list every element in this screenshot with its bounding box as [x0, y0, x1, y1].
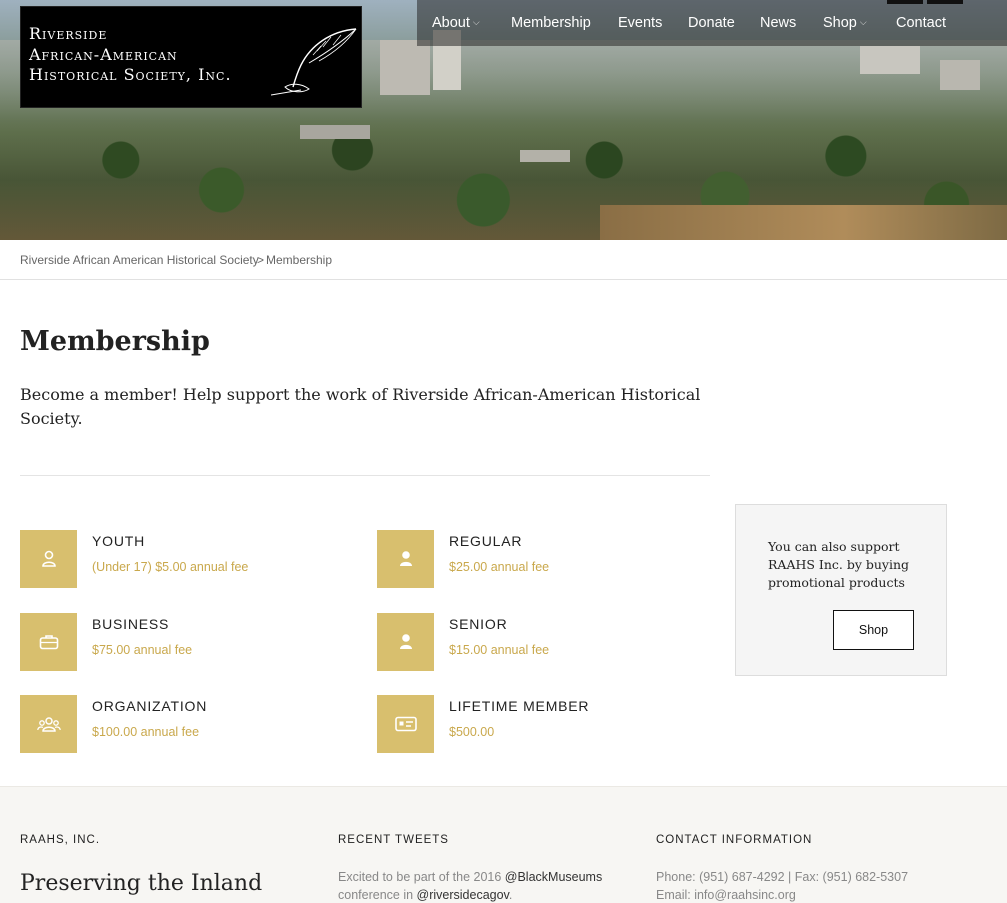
- hero-banner: Riverside African-American Historical So…: [0, 0, 1007, 240]
- nav-events-label: Events: [618, 15, 663, 31]
- breadcrumb-separator: >: [257, 253, 265, 267]
- nav-events[interactable]: Events: [618, 15, 662, 31]
- breadcrumb: Riverside African American Historical So…: [0, 240, 1007, 280]
- group-icon: [36, 717, 61, 732]
- tier-price: $75.00 annual fee: [92, 643, 193, 657]
- tier-name: ORGANIZATION: [92, 698, 208, 714]
- footer-heading-contact: CONTACT INFORMATION: [656, 834, 813, 846]
- content-divider: [20, 475, 710, 476]
- tier-youth[interactable]: YOUTH (Under 17) $5.00 annual fee: [20, 530, 350, 590]
- tier-organization[interactable]: ORGANIZATION $100.00 annual fee: [20, 695, 350, 755]
- tweet-text-end: .: [508, 888, 513, 902]
- tweet-mention-riverside[interactable]: @riversidecagov: [417, 888, 509, 902]
- nav-about[interactable]: About ⌵: [432, 15, 480, 31]
- nav-news[interactable]: News: [760, 15, 796, 31]
- shop-promo-text: You can also support RAAHS Inc. by buyin…: [768, 539, 910, 590]
- hero-ground: [600, 205, 1007, 240]
- page-intro: Become a member! Help support the work o…: [20, 385, 701, 428]
- nav-news-label: News: [760, 15, 797, 31]
- person-outline-icon: [41, 550, 56, 567]
- tier-price: $25.00 annual fee: [449, 560, 550, 574]
- tier-price: $500.00: [449, 725, 495, 739]
- tier-business[interactable]: BUSINESS $75.00 annual fee: [20, 613, 350, 673]
- breadcrumb-home-link[interactable]: Riverside African American Historical So…: [20, 253, 259, 267]
- tier-youth-badge: [20, 530, 77, 588]
- chevron-down-icon: ⌵: [859, 17, 867, 27]
- contact-info: Phone: (951) 687-4292 | Fax: (951) 682-5…: [656, 868, 908, 903]
- tweet-text: Excited to be part of the 2016 @BlackMus…: [338, 868, 602, 903]
- page-title: Membership: [20, 326, 210, 357]
- shop-button[interactable]: Shop: [833, 610, 914, 650]
- chevron-down-icon: ⌵: [472, 17, 480, 27]
- logo-line-3: Historical Society, Inc.: [29, 65, 232, 84]
- nav-shop-label: Shop: [823, 15, 857, 31]
- tier-name: SENIOR: [449, 616, 508, 632]
- tier-regular-badge: [377, 530, 434, 588]
- tier-lifetime-badge: [377, 695, 434, 753]
- tier-senior[interactable]: SENIOR $15.00 annual fee: [377, 613, 707, 673]
- nav-donate[interactable]: Donate: [688, 15, 735, 31]
- quill-feather-icon: [271, 28, 357, 96]
- contact-phone-fax: Phone: (951) 687-4292 | Fax: (951) 682-5…: [656, 870, 909, 884]
- briefcase-icon: [39, 635, 58, 650]
- contact-email-label: Email:: [656, 888, 695, 902]
- nav-shop[interactable]: Shop ⌵: [823, 15, 867, 31]
- tweet-text-pre: Excited to be part of the 2016: [338, 870, 505, 884]
- nav-about-label: About: [432, 15, 470, 31]
- nav-contact-label: Contact: [896, 15, 946, 31]
- nav-membership-label: Membership: [511, 15, 591, 31]
- tier-price: (Under 17) $5.00 annual fee: [92, 560, 249, 574]
- footer-heading-raahs: RAAHS, INC.: [20, 834, 101, 846]
- logo-line-1: Riverside: [29, 24, 108, 43]
- tier-regular[interactable]: REGULAR $25.00 annual fee: [377, 530, 707, 590]
- site-logo[interactable]: Riverside African-American Historical So…: [20, 6, 362, 108]
- shop-button-label: Shop: [858, 623, 889, 637]
- person-icon: [399, 634, 412, 649]
- logo-line-2: African-American: [29, 45, 178, 64]
- tweet-mention-blackmuseums[interactable]: @BlackMuseums: [505, 870, 602, 884]
- tier-price: $15.00 annual fee: [449, 643, 550, 657]
- breadcrumb-current: Membership: [266, 253, 333, 267]
- nav-contact[interactable]: Contact: [896, 15, 946, 31]
- nav-donate-label: Donate: [688, 15, 735, 31]
- tier-name: REGULAR: [449, 533, 523, 549]
- tier-business-badge: [20, 613, 77, 671]
- nav-membership[interactable]: Membership: [511, 15, 591, 31]
- main-navigation: About ⌵ Membership Events Donate News Sho…: [417, 0, 1007, 46]
- person-icon: [399, 551, 412, 566]
- site-footer: RAAHS, INC. Preserving the Inland RECENT…: [0, 786, 1007, 903]
- tier-lifetime-member[interactable]: LIFETIME MEMBER $500.00: [377, 695, 707, 755]
- id-card-icon: [394, 716, 417, 732]
- tier-organization-badge: [20, 695, 77, 753]
- footer-heading-tweets: RECENT TWEETS: [338, 834, 449, 846]
- tier-name: YOUTH: [92, 533, 145, 549]
- footer-tagline: Preserving the Inland: [20, 871, 263, 896]
- tier-senior-badge: [377, 613, 434, 671]
- tier-name: BUSINESS: [92, 616, 170, 632]
- contact-email-link[interactable]: info@raahsinc.org: [694, 888, 796, 902]
- tweet-text-mid: conference in: [338, 888, 417, 902]
- shop-promo-box: You can also support RAAHS Inc. by buyin…: [735, 504, 947, 676]
- tier-price: $100.00 annual fee: [92, 725, 200, 739]
- tier-name: LIFETIME MEMBER: [449, 698, 590, 714]
